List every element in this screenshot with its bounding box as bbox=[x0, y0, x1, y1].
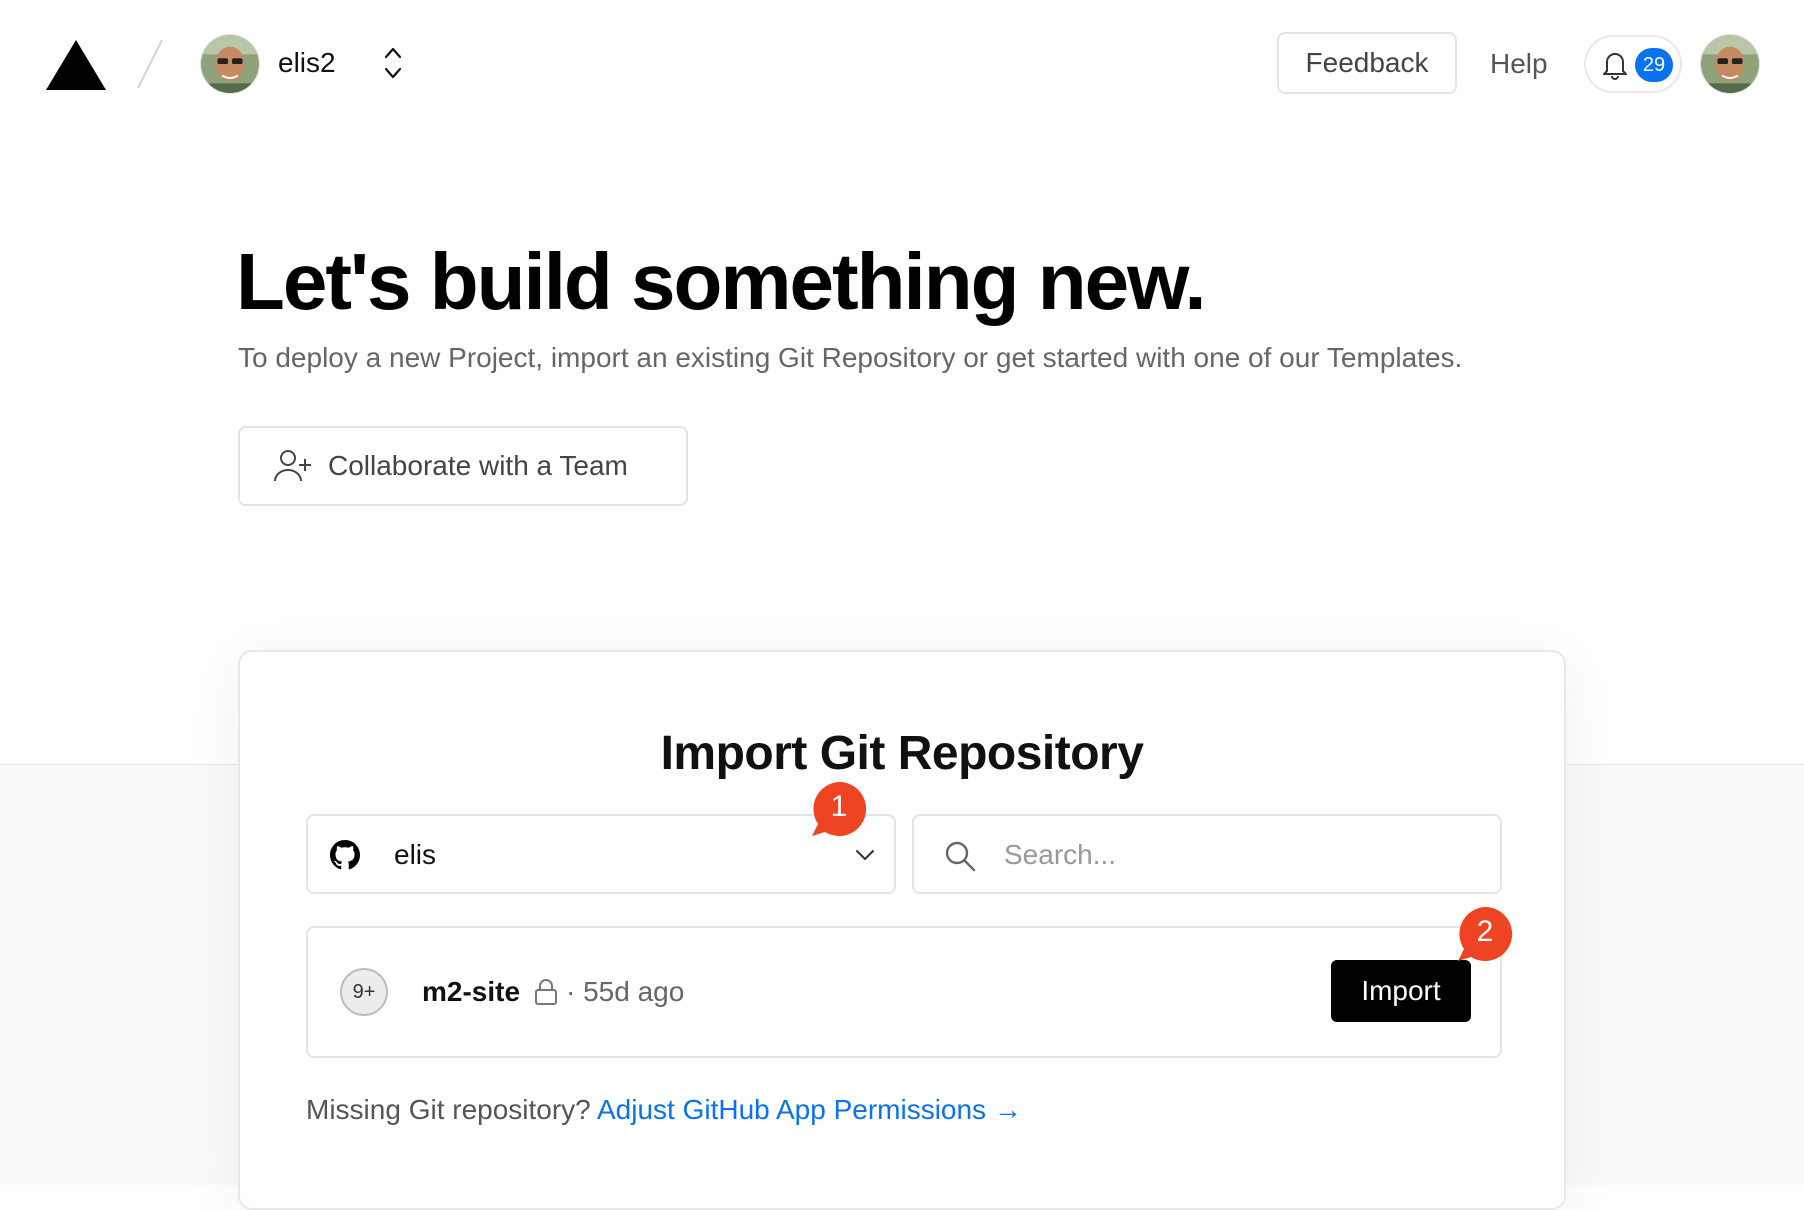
collaborate-button-label: Collaborate with a Team bbox=[328, 450, 628, 481]
account-switcher-chevrons-icon[interactable] bbox=[380, 44, 406, 82]
bell-icon bbox=[1603, 53, 1627, 80]
repo-updated-time: · 55d ago bbox=[566, 976, 685, 1007]
collaborate-with-team-button[interactable]: Collaborate with a Team bbox=[238, 426, 688, 506]
annotation-number: 2 bbox=[1476, 915, 1494, 948]
repository-list-item: 9+ m2-site · 55d ago Import bbox=[306, 926, 1502, 1058]
search-input[interactable] bbox=[1002, 830, 1466, 880]
github-icon bbox=[330, 840, 360, 870]
annotation-marker-1: 1 bbox=[810, 780, 868, 838]
missing-repo-text: Missing Git repository? bbox=[306, 1094, 591, 1125]
help-link[interactable]: Help bbox=[1490, 44, 1548, 84]
annotation-number: 1 bbox=[830, 790, 848, 823]
import-git-repository-card: Import Git Repository elis 9+ m2-site · … bbox=[238, 650, 1566, 1210]
missing-repo-hint: Missing Git repository? Adjust GitHub Ap… bbox=[306, 1090, 1022, 1130]
feedback-button[interactable]: Feedback bbox=[1277, 32, 1457, 94]
account-name[interactable]: elis2 bbox=[278, 45, 336, 81]
page-title: Let's build something new. bbox=[236, 237, 1207, 326]
notification-count-badge: 29 bbox=[1635, 48, 1673, 82]
vercel-logo-icon[interactable] bbox=[46, 40, 106, 90]
repository-search bbox=[912, 814, 1502, 894]
repo-name: m2-site bbox=[422, 976, 521, 1007]
git-account-select[interactable]: elis bbox=[306, 814, 896, 894]
repo-badge: 9+ bbox=[340, 968, 388, 1016]
search-icon bbox=[945, 841, 976, 872]
top-header: elis2 Feedback Help 29 bbox=[0, 0, 1804, 130]
add-user-icon bbox=[274, 450, 311, 482]
page-subtitle: To deploy a new Project, import an exist… bbox=[238, 342, 1463, 373]
import-button[interactable]: Import bbox=[1331, 960, 1471, 1022]
import-card-title: Import Git Repository bbox=[660, 727, 1144, 780]
lock-icon bbox=[535, 979, 557, 1005]
user-avatar[interactable] bbox=[1700, 34, 1760, 94]
git-account-value: elis bbox=[394, 839, 437, 870]
chevron-down-icon bbox=[856, 850, 874, 860]
breadcrumb-separator-icon bbox=[137, 39, 163, 89]
account-avatar[interactable] bbox=[200, 34, 260, 94]
adjust-permissions-link[interactable]: Adjust GitHub App Permissions → bbox=[597, 1094, 1022, 1125]
annotation-marker-2: 2 bbox=[1456, 905, 1514, 963]
notifications-button[interactable]: 29 bbox=[1584, 35, 1682, 93]
